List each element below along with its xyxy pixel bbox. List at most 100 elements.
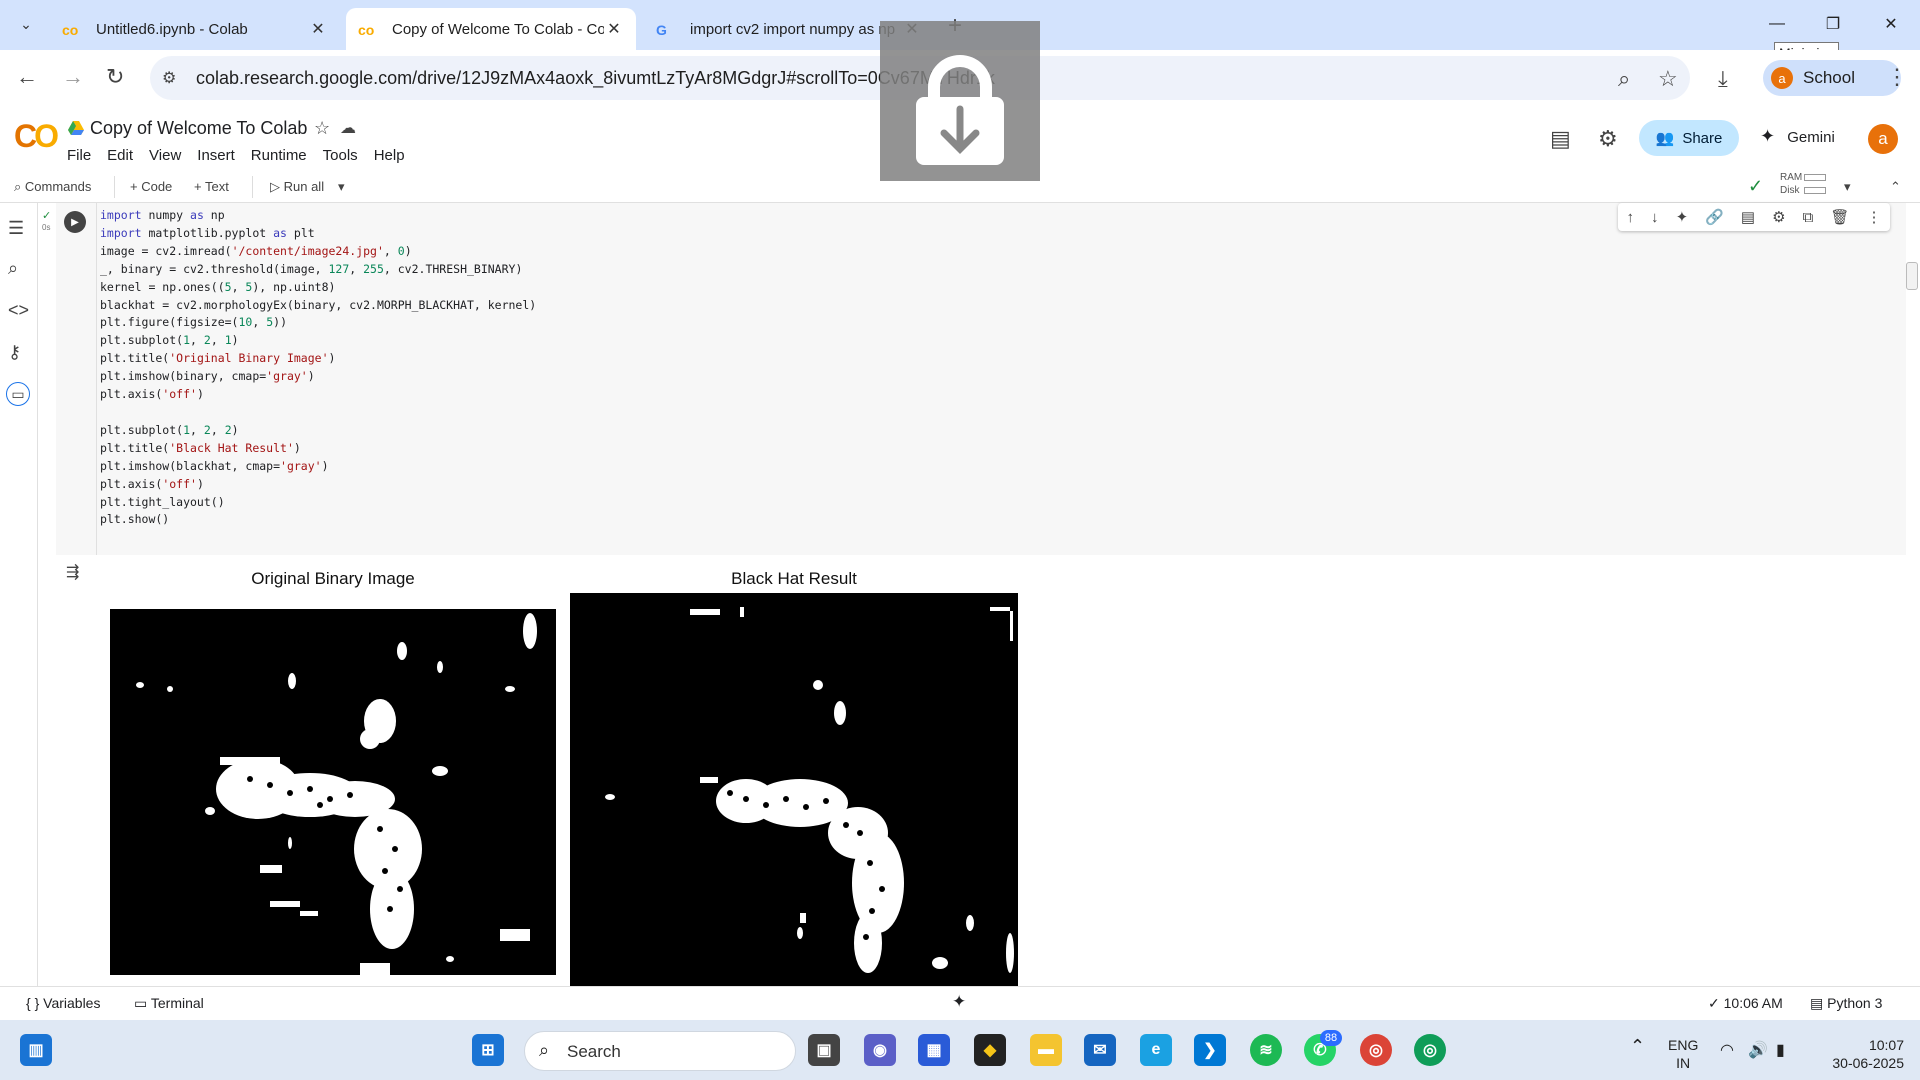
code-line: plt.tight_layout() — [100, 494, 225, 509]
taskbar-search[interactable]: ⌕ Search — [524, 1031, 796, 1071]
volume-icon[interactable]: 🔊 — [1748, 1040, 1768, 1060]
chrome-profile-icon[interactable]: ◎ — [1414, 1034, 1446, 1066]
find-replace-icon[interactable]: ⌕ — [8, 258, 18, 279]
tab-untitled6[interactable]: co Untitled6.ipynb - Colab ✕ — [50, 8, 340, 50]
gemini-sparkle-icon[interactable]: ✦ — [1676, 208, 1689, 226]
clock[interactable]: 10:07 30-06-2025 — [1818, 1036, 1904, 1072]
resources-dropdown-icon[interactable]: ▾ — [1844, 179, 1851, 195]
disk-label: Disk — [1780, 185, 1800, 196]
terminal-button[interactable]: ▭ Terminal — [134, 995, 204, 1012]
code-line: import numpy as np — [100, 208, 225, 222]
browser-menu-icon[interactable]: ⋮ — [1886, 64, 1908, 90]
zoom-icon[interactable]: ⌕ — [1618, 66, 1630, 92]
close-icon[interactable]: ✕ — [308, 19, 328, 39]
vscode-icon[interactable]: ❯ — [1194, 1034, 1226, 1066]
menu-edit[interactable]: Edit — [107, 147, 133, 164]
download-icon[interactable]: ⤓ — [1718, 66, 1728, 92]
tab-copy-of-welcome[interactable]: co Copy of Welcome To Colab - Co ✕ — [346, 8, 636, 50]
star-icon[interactable]: ☆ — [314, 118, 330, 139]
last-run-status[interactable]: ✓ 10:06 AM — [1708, 995, 1783, 1012]
file-explorer-icon[interactable]: ▬ — [1030, 1034, 1062, 1066]
comment-icon[interactable]: ▤ — [1741, 208, 1755, 226]
more-options-icon[interactable]: ⋮ — [1866, 208, 1881, 226]
menu-file[interactable]: File — [67, 147, 91, 164]
mail-icon[interactable]: ✉ — [1084, 1034, 1116, 1066]
show-hidden-icons-icon[interactable]: ⌃ — [1630, 1036, 1645, 1057]
widgets-icon[interactable]: ▥ — [20, 1034, 52, 1066]
store-icon[interactable]: ▦ — [918, 1034, 950, 1066]
link-icon[interactable]: 🔗 — [1705, 208, 1724, 226]
user-avatar[interactable]: a — [1868, 124, 1898, 154]
menu-view[interactable]: View — [149, 147, 181, 164]
close-window-button[interactable]: ✕ — [1868, 8, 1914, 40]
add-text-button[interactable]: + Text — [194, 179, 229, 194]
clock-date: 30-06-2025 — [1832, 1055, 1904, 1071]
move-down-icon[interactable]: ↓ — [1651, 209, 1659, 226]
menu-runtime[interactable]: Runtime — [251, 147, 307, 164]
code-line: plt.axis('off') — [100, 476, 204, 491]
menu-tools[interactable]: Tools — [323, 147, 358, 164]
windows-start-icon[interactable]: ⊞ — [472, 1034, 504, 1066]
comments-icon[interactable]: ▤ — [1550, 126, 1571, 152]
run-all-dropdown-icon[interactable]: ▾ — [338, 179, 345, 195]
code-line: _, binary = cv2.threshold(image, 127, 25… — [100, 261, 523, 276]
profile-button[interactable]: a School — [1763, 60, 1901, 96]
disk-bar — [1804, 187, 1826, 194]
minimize-button[interactable]: — — [1754, 8, 1800, 40]
wifi-icon[interactable]: ◠ — [1720, 1040, 1734, 1060]
mirror-cell-icon[interactable]: ⧉ — [1803, 209, 1814, 226]
files-folder-icon[interactable]: ▭ — [6, 382, 30, 406]
bookmark-star-icon[interactable]: ☆ — [1658, 66, 1678, 92]
edge-icon[interactable]: e — [1140, 1034, 1172, 1066]
delete-icon[interactable]: 🗑 — [1830, 208, 1849, 226]
site-info-icon[interactable]: ⚙ — [162, 68, 176, 88]
spotify-icon[interactable]: ≋ — [1250, 1034, 1282, 1066]
secrets-key-icon[interactable]: ⚷ — [8, 342, 21, 363]
settings-gear-icon[interactable]: ⚙ — [1772, 208, 1785, 226]
move-up-icon[interactable]: ↑ — [1627, 209, 1635, 226]
url-text[interactable]: colab.research.google.com/drive/12J9zMAx… — [196, 68, 995, 89]
variables-label: Variables — [43, 995, 101, 1011]
close-icon[interactable]: ✕ — [604, 19, 624, 39]
ram-disk-indicator[interactable]: RAM Disk — [1780, 171, 1802, 197]
settings-gear-icon[interactable]: ⚙ — [1598, 126, 1618, 152]
back-arrow-icon[interactable]: ← — [16, 64, 38, 90]
gemini-button[interactable]: ✦ Gemini — [1760, 126, 1835, 147]
restore-button[interactable]: ❐ — [1810, 8, 1856, 40]
variables-button[interactable]: { } Variables — [26, 995, 100, 1011]
runtime-type[interactable]: ▤ Python 3 — [1810, 995, 1882, 1012]
tab-label: import cv2 import numpy as np — [690, 20, 896, 38]
battery-icon[interactable]: ▮ — [1776, 1040, 1785, 1060]
tab-search-chevron-icon[interactable]: ⌄ — [12, 10, 40, 38]
profile-avatar: a — [1771, 67, 1793, 89]
output-options-icon[interactable]: ⇶ — [66, 562, 79, 582]
connected-check-icon[interactable]: ✓ — [1748, 176, 1763, 197]
vertical-scrollbar-thumb[interactable] — [1906, 262, 1918, 290]
menu-insert[interactable]: Insert — [197, 147, 235, 164]
plot1-image — [110, 609, 556, 986]
add-code-button[interactable]: + Code — [130, 179, 172, 194]
forward-arrow-icon[interactable]: → — [62, 64, 84, 90]
code-editor[interactable]: import numpy as np import matplotlib.pypl… — [100, 207, 536, 529]
colab-logo[interactable]: CO — [14, 118, 59, 155]
chrome-icon[interactable]: ◎ — [1360, 1034, 1392, 1066]
reload-icon[interactable]: ↻ — [106, 64, 124, 90]
divider — [252, 176, 253, 198]
language-indicator[interactable]: ENG IN — [1668, 1036, 1698, 1072]
run-all-button[interactable]: ▷ Run all — [270, 179, 324, 195]
notebook-title[interactable]: Copy of Welcome To Colab — [90, 118, 307, 139]
commands-button[interactable]: ⌕ Commands — [14, 179, 91, 195]
table-of-contents-icon[interactable]: ☰ — [8, 218, 24, 239]
run-cell-button[interactable]: ▶ — [64, 211, 86, 233]
divider — [114, 176, 115, 198]
collapse-header-icon[interactable]: ⌃ — [1890, 179, 1901, 195]
menu-help[interactable]: Help — [374, 147, 405, 164]
teams-icon[interactable]: ◉ — [864, 1034, 896, 1066]
gemini-sparkle-icon[interactable]: ✦ — [952, 992, 966, 1012]
clock-time: 10:07 — [1868, 1037, 1904, 1053]
task-view-icon[interactable]: ▣ — [808, 1034, 840, 1066]
code-snippets-icon[interactable]: <> — [8, 300, 29, 321]
binance-icon[interactable]: ◆ — [974, 1034, 1006, 1066]
exec-time: 0s — [42, 223, 51, 232]
share-button[interactable]: 👥 Share — [1639, 120, 1739, 156]
